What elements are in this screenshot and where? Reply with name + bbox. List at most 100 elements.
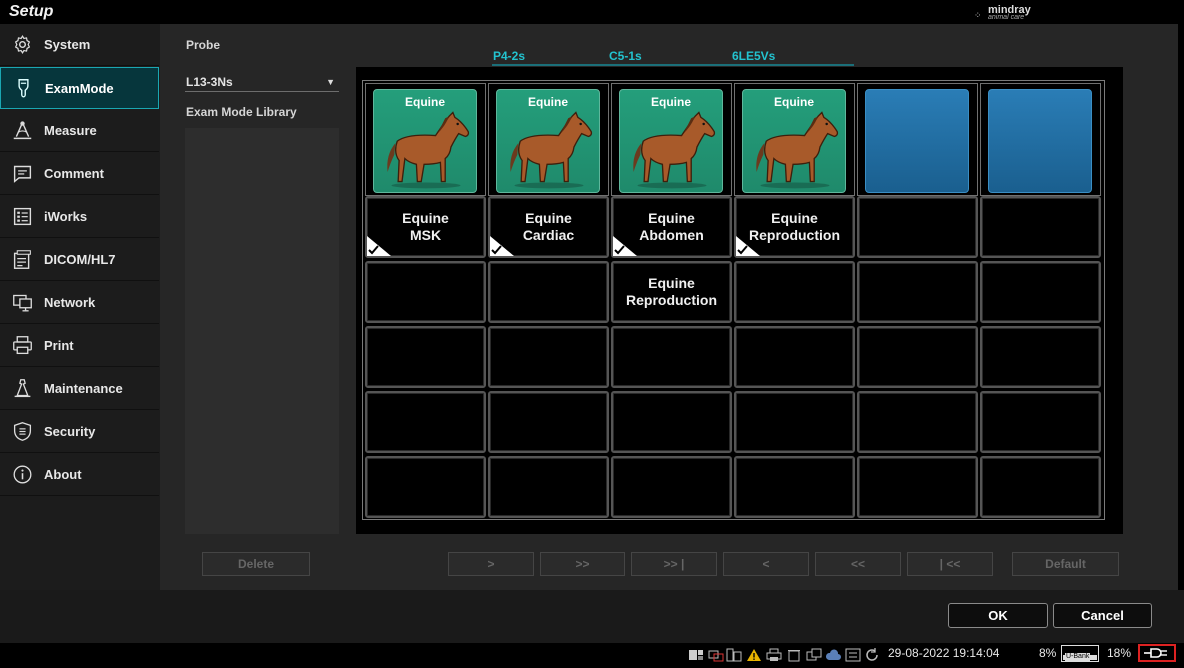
exam-mode-empty-cell[interactable] bbox=[980, 196, 1101, 258]
last-page-button[interactable]: >> | bbox=[631, 552, 717, 576]
exam-mode-empty-cell[interactable] bbox=[734, 391, 855, 453]
window-edge bbox=[1178, 24, 1184, 590]
sidebar-item-exammode[interactable]: ExamMode bbox=[0, 67, 159, 109]
animal-header-cell: Equine bbox=[488, 83, 609, 196]
exam-mode-empty-cell[interactable] bbox=[980, 391, 1101, 453]
sidebar-item-print[interactable]: Print bbox=[0, 325, 159, 367]
sidebar-item-dicom[interactable]: DICOM/HL7 bbox=[0, 239, 159, 281]
exam-mode-cell[interactable]: Equine Reproduction bbox=[734, 196, 855, 258]
ubank-battery-icon: U-Bank bbox=[1061, 645, 1099, 662]
exam-mode-empty-cell[interactable] bbox=[365, 326, 486, 388]
warning-icon bbox=[747, 649, 761, 661]
ok-button[interactable]: OK bbox=[948, 603, 1048, 628]
probe-icon bbox=[12, 77, 34, 99]
battery-plug-icon bbox=[1138, 644, 1176, 662]
sidebar-item-comment[interactable]: Comment bbox=[0, 153, 159, 195]
exam-mode-empty-cell[interactable] bbox=[488, 456, 609, 518]
checkmark-icon bbox=[367, 236, 391, 256]
horse-icon bbox=[510, 111, 593, 189]
sidebar-item-measure[interactable]: Measure bbox=[0, 110, 159, 152]
exam-mode-empty-cell[interactable] bbox=[365, 456, 486, 518]
dropdown-arrow-icon: ▼ bbox=[326, 77, 335, 87]
transfer-icon bbox=[845, 648, 861, 662]
sidebar-item-network[interactable]: Network bbox=[0, 282, 159, 324]
exam-mode-library-list[interactable] bbox=[185, 128, 339, 534]
checkmark-icon bbox=[613, 236, 637, 256]
exam-mode-empty-cell[interactable] bbox=[734, 326, 855, 388]
animal-equine-button[interactable]: Equine bbox=[742, 89, 846, 193]
probe-label: Probe bbox=[186, 38, 221, 52]
datetime: 29-08-2022 19:14:04 bbox=[888, 646, 1000, 660]
recycle-icon bbox=[788, 650, 800, 662]
animal-equine-button[interactable]: Equine bbox=[496, 89, 600, 193]
exam-mode-empty-cell[interactable] bbox=[488, 391, 609, 453]
network-status-icon bbox=[708, 650, 724, 662]
exam-mode-empty-cell[interactable] bbox=[980, 456, 1101, 518]
exam-mode-empty-cell[interactable] bbox=[980, 261, 1101, 323]
probe-dropdown[interactable]: L13-3Ns ▼ bbox=[185, 71, 339, 92]
animal-equine-button[interactable]: Equine bbox=[619, 89, 723, 193]
exam-mode-empty-cell[interactable] bbox=[857, 326, 978, 388]
exam-mode-cell[interactable]: Equine Reproduction bbox=[611, 261, 732, 323]
task-icon bbox=[806, 648, 822, 661]
info-icon bbox=[11, 464, 33, 486]
shield-icon bbox=[11, 421, 33, 443]
cancel-button[interactable]: Cancel bbox=[1053, 603, 1152, 628]
delete-button[interactable]: Delete bbox=[202, 552, 310, 576]
horse-icon bbox=[387, 111, 470, 189]
exam-mode-empty-cell[interactable] bbox=[365, 261, 486, 323]
window-title: Setup bbox=[9, 3, 54, 20]
exam-mode-empty-cell[interactable] bbox=[488, 261, 609, 323]
horse-icon bbox=[756, 111, 839, 189]
sidebar: System ExamMode Measure Comment iWorks D… bbox=[0, 24, 160, 590]
exam-mode-cell[interactable]: Equine Cardiac bbox=[488, 196, 609, 258]
sidebar-item-iworks[interactable]: iWorks bbox=[0, 196, 159, 238]
sidebar-item-system[interactable]: System bbox=[0, 24, 159, 66]
exam-mode-empty-cell[interactable] bbox=[980, 326, 1101, 388]
exam-mode-empty-cell[interactable] bbox=[734, 261, 855, 323]
exam-mode-empty-cell[interactable] bbox=[488, 326, 609, 388]
default-button[interactable]: Default bbox=[1012, 552, 1119, 576]
exam-mode-empty-cell[interactable] bbox=[611, 326, 732, 388]
brand-logo: ⁘ mindray animal care bbox=[974, 4, 1031, 22]
refresh-icon bbox=[866, 648, 878, 661]
prev-page-button[interactable]: << bbox=[815, 552, 901, 576]
probe-tabs: P4-2s C5-1s 6LE5Vs bbox=[492, 46, 854, 66]
comment-icon bbox=[11, 163, 33, 185]
ubank-percent: 8% bbox=[1039, 646, 1057, 660]
animal-empty-button[interactable] bbox=[865, 89, 969, 193]
prev-button[interactable]: < bbox=[723, 552, 809, 576]
exam-mode-empty-cell[interactable] bbox=[611, 391, 732, 453]
exam-mode-empty-cell[interactable] bbox=[857, 391, 978, 453]
first-page-button[interactable]: | << bbox=[907, 552, 993, 576]
iworks-icon bbox=[11, 206, 33, 228]
exam-mode-cell[interactable]: Equine Abdomen bbox=[611, 196, 732, 258]
sidebar-item-about[interactable]: About bbox=[0, 454, 159, 496]
animal-header-cell: Equine bbox=[365, 83, 486, 196]
tab-probe-6le5vs[interactable]: 6LE5Vs bbox=[732, 49, 775, 63]
exam-mode-empty-cell[interactable] bbox=[611, 456, 732, 518]
exam-mode-empty-cell[interactable] bbox=[734, 456, 855, 518]
exam-mode-grid: Equine Equine Equine Equine Equine MSK E… bbox=[362, 80, 1105, 520]
sidebar-item-security[interactable]: Security bbox=[0, 411, 159, 453]
sidebar-item-maintenance[interactable]: Maintenance bbox=[0, 368, 159, 410]
dicom-icon bbox=[11, 249, 33, 271]
exam-mode-label: Equine Reproduction bbox=[626, 275, 717, 308]
animal-equine-button[interactable]: Equine bbox=[373, 89, 477, 193]
animal-header-cell bbox=[857, 83, 978, 196]
tab-probe-p4-2s[interactable]: P4-2s bbox=[493, 49, 525, 63]
battery-percent: 18% bbox=[1107, 646, 1132, 660]
exam-mode-empty-cell[interactable] bbox=[857, 196, 978, 258]
exam-mode-empty-cell[interactable] bbox=[365, 391, 486, 453]
next-button[interactable]: > bbox=[448, 552, 534, 576]
tab-probe-c5-1s[interactable]: C5-1s bbox=[609, 49, 642, 63]
animal-empty-button[interactable] bbox=[988, 89, 1092, 193]
exam-mode-grid-panel: Equine Equine Equine Equine Equine MSK E… bbox=[356, 67, 1123, 534]
keyboard-icon bbox=[689, 650, 703, 660]
exam-mode-empty-cell[interactable] bbox=[857, 456, 978, 518]
exam-mode-cell[interactable]: Equine MSK bbox=[365, 196, 486, 258]
exam-mode-empty-cell[interactable] bbox=[857, 261, 978, 323]
animal-header-cell: Equine bbox=[611, 83, 732, 196]
maintenance-icon bbox=[11, 378, 33, 400]
next-page-button[interactable]: >> bbox=[540, 552, 625, 576]
